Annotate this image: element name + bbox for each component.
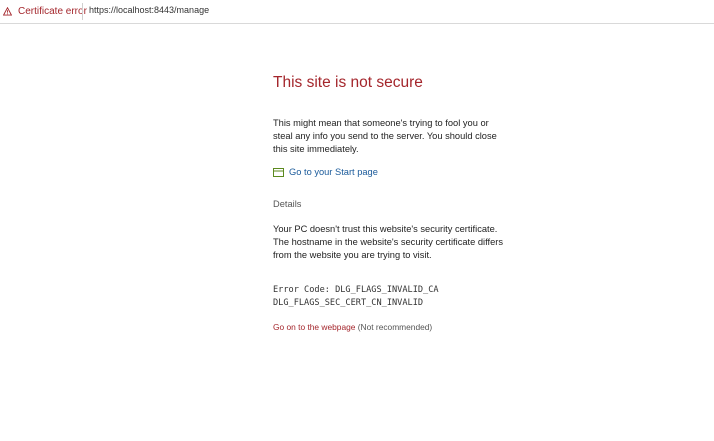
certificate-error-label: Certificate error [18,6,87,17]
go-to-start-page-link[interactable]: Go to your Start page [273,167,378,177]
details-hostname-mismatch: The hostname in the website's security c… [273,237,503,260]
warning-message: This might mean that someone's trying to… [273,118,497,154]
address-bar-divider [82,3,83,20]
error-code-line: Error Code: DLG_FLAGS_INVALID_CA [273,285,439,295]
go-on-to-webpage-link[interactable]: Go on to the webpage [273,322,355,332]
error-code-line: DLG_FLAGS_SEC_CERT_CN_INVALID [273,297,424,308]
url-field[interactable]: https://localhost:8443/manage [89,5,209,15]
go-on-row: Go on to the webpage (Not recommended) [273,322,432,332]
details-untrusted-cert: Your PC doesn't trust this website's sec… [273,224,498,234]
start-page-link-label: Go to your Start page [289,167,378,177]
error-codes: Error Code: DLG_FLAGS_INVALID_CA DLG_FLA… [273,284,439,309]
not-recommended-note: (Not recommended) [357,322,433,332]
warning-triangle-icon [3,7,12,16]
page-title: This site is not secure [273,74,423,91]
address-bar: Certificate error https://localhost:8443… [0,0,714,24]
start-page-icon [273,167,284,177]
certificate-error-button[interactable]: Certificate error [0,0,87,23]
details-toggle[interactable]: Details [273,199,301,209]
details-text: Your PC doesn't trust this website's sec… [273,223,505,262]
